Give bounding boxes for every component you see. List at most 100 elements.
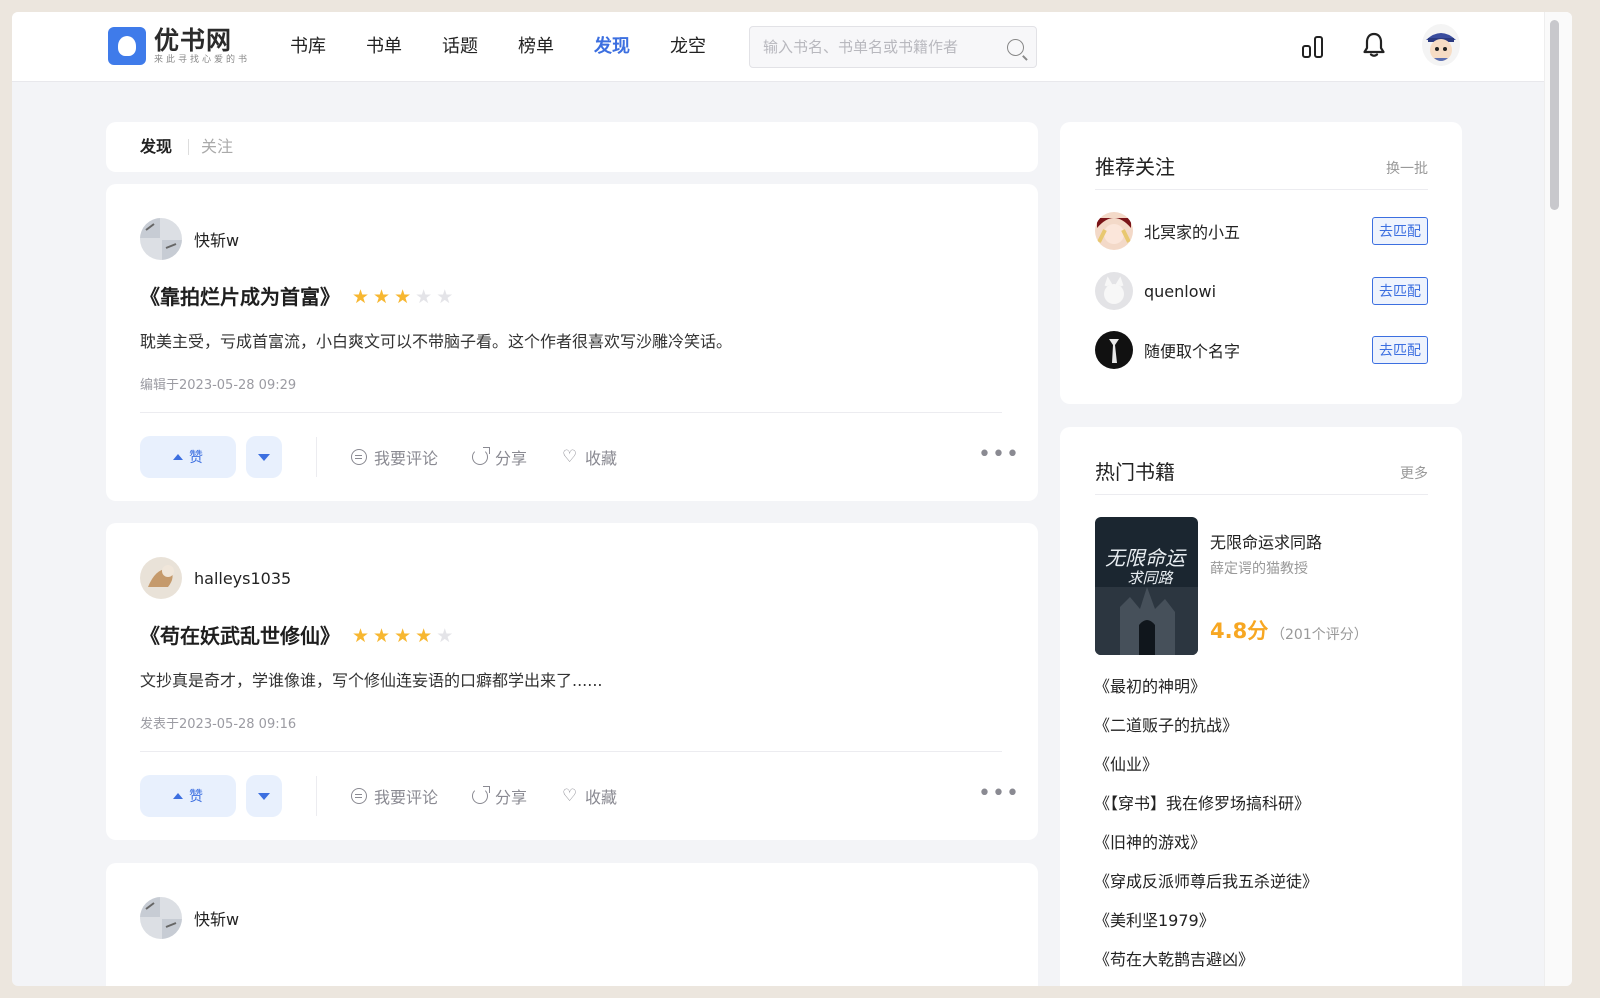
dislike-button[interactable] [246,436,282,478]
rating-stars: ★ ★ ★ ★ ★ [352,287,457,307]
nav-item-topics[interactable]: 话题 [442,34,478,60]
avatar[interactable] [1095,331,1133,369]
hot-books-title: 热门书籍 [1095,460,1175,484]
post-author: 快斩w [140,218,239,260]
post-username[interactable]: halleys1035 [194,569,291,588]
heart-icon: ♡ [562,786,578,806]
featured-book-rating-count: （201个评分） [1271,627,1368,643]
comment-button[interactable]: 我要评论 [351,445,438,469]
featured-book-score: 4.8分 [1210,619,1269,643]
post-book-title[interactable]: 《苟在妖武乱世修仙》 [140,622,340,650]
star-icon: ★ [394,625,412,647]
tab-discover[interactable]: 发现 [140,136,172,158]
site-logo[interactable]: 优书网 来此寻找心爱的书 [108,26,250,66]
recommend-username[interactable]: quenlowi [1144,282,1216,301]
main-nav: 书库 书单 话题 榜单 发现 龙空 [290,34,746,60]
post-timestamp: 发表于2023-05-28 09:16 [140,717,297,732]
featured-book-name[interactable]: 无限命运求同路 [1210,529,1322,553]
search-box [749,26,1037,68]
share-button[interactable]: 分享 [472,445,527,469]
star-icon: ★ [415,625,433,647]
refresh-link[interactable]: 换一批 [1386,158,1428,178]
svg-text:求同路: 求同路 [1127,569,1174,587]
post-user-avatar[interactable] [140,897,182,939]
recommend-username[interactable]: 北冥家的小五 [1144,219,1240,243]
comment-label: 我要评论 [374,788,439,807]
bell-icon[interactable] [1362,32,1386,58]
hot-books-card: 热门书籍 更多 无限命运 求同路 无限命运求同路 薛定谔的猫教授 4.8分 （2… [1060,427,1462,986]
star-icon: ★ [436,625,454,647]
more-link[interactable]: 更多 [1400,463,1428,483]
feed-tabs: 发现 关注 [106,122,1038,172]
nav-item-library[interactable]: 书库 [290,34,326,60]
nav-item-rankings[interactable]: 榜单 [518,34,554,60]
more-options-icon[interactable]: ••• [978,783,1020,805]
like-button[interactable]: 赞 [140,436,236,478]
share-label: 分享 [495,788,528,807]
comment-icon [351,449,367,465]
tab-divider [188,139,189,155]
post-book-title[interactable]: 《靠拍烂片成为首富》 [140,283,340,311]
divider [316,437,317,477]
share-icon [472,447,490,465]
star-icon: ★ [394,286,412,308]
hot-book-item[interactable]: 《美利坚1979》 [1094,910,1215,932]
comment-button[interactable]: 我要评论 [351,784,438,808]
like-label: 赞 [189,449,203,465]
star-icon: ★ [373,625,391,647]
nav-item-lkong[interactable]: 龙空 [670,34,706,60]
like-label: 赞 [189,788,203,804]
avatar[interactable] [1095,272,1133,310]
stats-icon[interactable] [1302,34,1326,58]
dislike-button[interactable] [246,775,282,817]
divider [140,751,1002,752]
svg-text:无限命运: 无限命运 [1105,546,1187,570]
hot-book-item[interactable]: 《旧神的游戏》 [1094,832,1206,854]
post-card: 快斩w 《靠拍烂片成为首富》 ★ ★ ★ ★ ★ 耽美主受，亏成首富流，小白爽文… [106,184,1038,501]
favorite-button[interactable]: ♡ 收藏 [562,445,617,469]
share-icon [472,786,490,804]
recommend-follow-card: 推荐关注 换一批 北冥家的小五 去匹配 quenlowi 去匹配 随便取个名字 … [1060,122,1462,404]
hot-book-item[interactable]: 《【穿书】我在修罗场搞科研》 [1094,793,1310,815]
tab-follow[interactable]: 关注 [201,136,233,158]
match-button[interactable]: 去匹配 [1372,277,1428,305]
avatar[interactable] [1095,212,1133,250]
post-user-avatar[interactable] [140,557,182,599]
post-username[interactable]: 快斩w [194,906,239,930]
scrollbar-thumb[interactable] [1550,20,1559,210]
book-cover-image[interactable]: 无限命运 求同路 [1095,517,1198,655]
recommend-username[interactable]: 随便取个名字 [1144,338,1240,362]
hot-book-item[interactable]: 《穿成反派师尊后我五杀逆徒》 [1094,871,1318,893]
post-author: 快斩w [140,897,239,939]
nav-item-booklist[interactable]: 书单 [366,34,402,60]
post-user-avatar[interactable] [140,218,182,260]
star-icon: ★ [436,286,454,308]
top-navbar: 优书网 来此寻找心爱的书 书库 书单 话题 榜单 发现 龙空 [12,12,1572,82]
recommend-user: 北冥家的小五 去匹配 [1095,211,1428,251]
comment-icon [351,788,367,804]
hot-book-item[interactable]: 《苟在大乾鹊吉避凶》 [1094,949,1254,971]
hot-book-item[interactable]: 《二道贩子的抗战》 [1094,715,1238,737]
logo-slogan: 来此寻找心爱的书 [154,55,251,65]
arrow-up-icon [173,793,183,799]
star-icon: ★ [415,286,433,308]
like-button[interactable]: 赞 [140,775,236,817]
arrow-down-icon [258,792,270,800]
search-input[interactable] [750,27,1000,67]
nav-item-discover[interactable]: 发现 [594,34,630,60]
match-button[interactable]: 去匹配 [1372,217,1428,245]
recommend-user: quenlowi 去匹配 [1095,271,1428,311]
user-avatar[interactable] [1422,24,1460,66]
hot-book-item[interactable]: 《最初的神明》 [1094,676,1206,698]
share-button[interactable]: 分享 [472,784,527,808]
star-icon: ★ [373,286,391,308]
favorite-button[interactable]: ♡ 收藏 [562,784,617,808]
arrow-up-icon [173,454,183,460]
featured-book-author[interactable]: 薛定谔的猫教授 [1210,558,1308,578]
search-icon[interactable] [1007,39,1024,56]
hot-book-item[interactable]: 《仙业》 [1094,754,1158,776]
post-username[interactable]: 快斩w [194,227,239,251]
post-content: 耽美主受，亏成首富流，小白爽文可以不带脑子看。这个作者很喜欢写沙雕冷笑话。 [140,332,733,351]
match-button[interactable]: 去匹配 [1372,336,1428,364]
more-options-icon[interactable]: ••• [978,444,1020,466]
